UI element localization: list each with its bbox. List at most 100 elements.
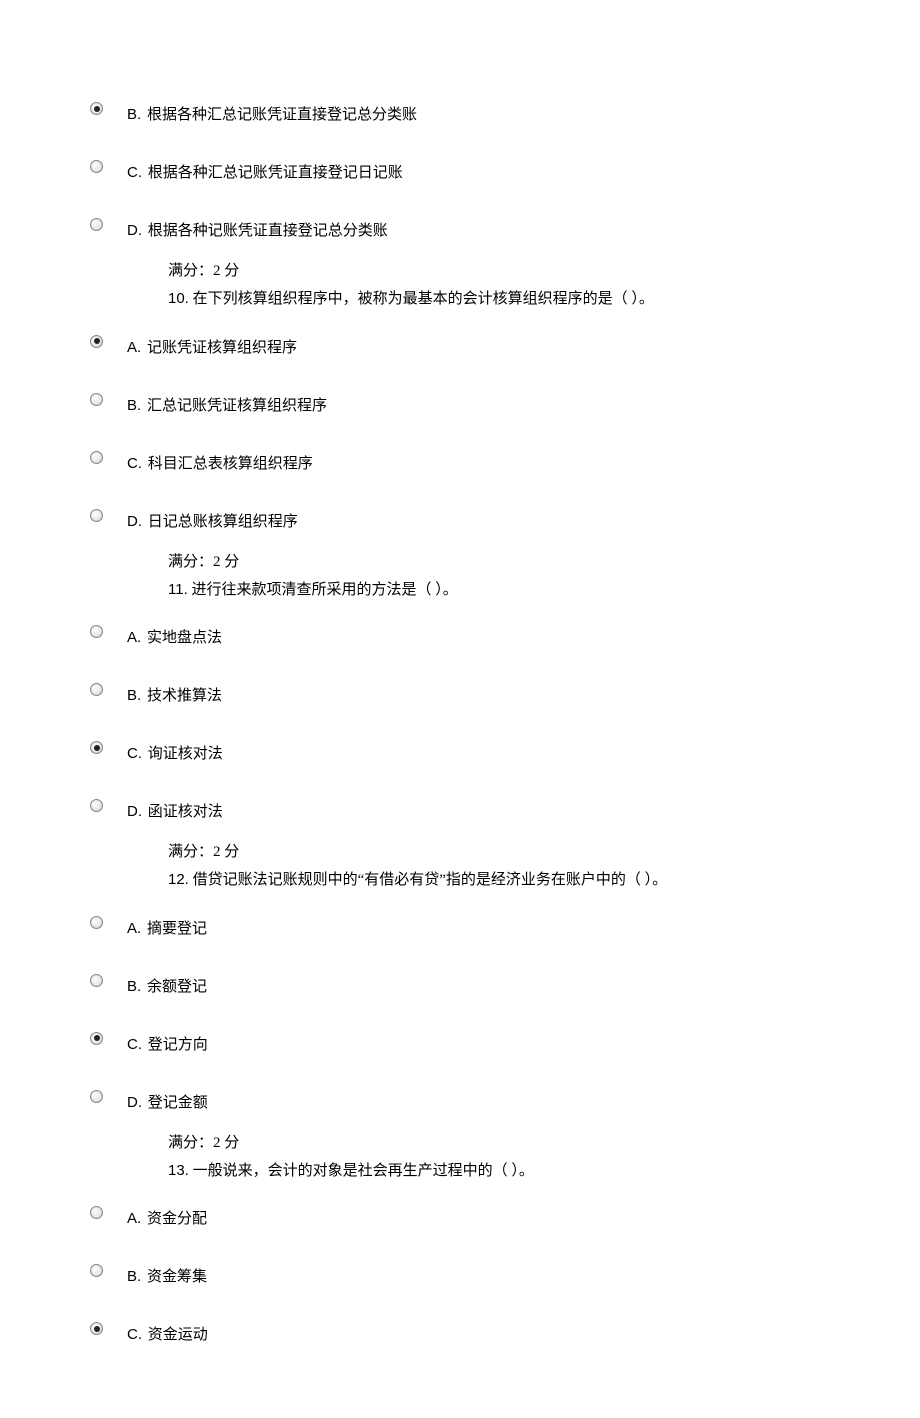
- option-label: 根据各种记账凭证直接登记总分类账: [144, 223, 388, 239]
- option-label: 余额登记: [143, 979, 207, 995]
- option-label: 根据各种汇总记账凭证直接登记总分类账: [143, 107, 417, 123]
- question-meta: 满分：2 分11. 进行往来款项清查所采用的方法是（ ）。: [168, 549, 830, 604]
- option-letter: B.: [127, 106, 141, 123]
- option-letter: B.: [127, 687, 141, 704]
- radio-button[interactable]: [90, 974, 103, 987]
- option-label: 函证核对法: [144, 804, 223, 820]
- option-letter: C.: [127, 1326, 142, 1343]
- option-row: D. 函证核对法: [90, 797, 830, 823]
- option-text: D. 根据各种记账凭证直接登记总分类账: [127, 220, 388, 242]
- option-letter: B.: [127, 1268, 141, 1285]
- option-label: 记账凭证核算组织程序: [143, 340, 297, 356]
- radio-button[interactable]: [90, 741, 103, 754]
- radio-button[interactable]: [90, 1090, 103, 1103]
- option-row: D. 根据各种记账凭证直接登记总分类账: [90, 216, 830, 242]
- option-letter: B.: [127, 397, 141, 414]
- radio-button[interactable]: [90, 160, 103, 173]
- quiz-container: B. 根据各种汇总记账凭证直接登记总分类账 C. 根据各种汇总记账凭证直接登记日记…: [90, 100, 830, 1346]
- option-label: 技术推算法: [143, 688, 222, 704]
- option-label: 登记金额: [144, 1095, 208, 1111]
- option-row: D. 登记金额: [90, 1088, 830, 1114]
- radio-button[interactable]: [90, 393, 103, 406]
- option-label: 汇总记账凭证核算组织程序: [143, 398, 327, 414]
- score-line: 满分：2 分: [168, 549, 830, 575]
- option-letter: A.: [127, 629, 141, 646]
- option-label: 科目汇总表核算组织程序: [144, 456, 313, 472]
- option-letter: D.: [127, 513, 142, 530]
- option-row: A. 摘要登记: [90, 914, 830, 940]
- option-text: C. 资金运动: [127, 1324, 208, 1346]
- option-letter: A.: [127, 1210, 141, 1227]
- option-label: 日记总账核算组织程序: [144, 514, 298, 530]
- option-text: D. 函证核对法: [127, 801, 223, 823]
- option-row: B. 余额登记: [90, 972, 830, 998]
- option-label: 摘要登记: [143, 921, 207, 937]
- option-text: B. 技术推算法: [127, 685, 222, 707]
- option-row: D. 日记总账核算组织程序: [90, 507, 830, 533]
- option-text: A. 摘要登记: [127, 918, 207, 940]
- option-row: B. 根据各种汇总记账凭证直接登记总分类账: [90, 100, 830, 126]
- option-text: A. 实地盘点法: [127, 627, 222, 649]
- radio-button[interactable]: [90, 1322, 103, 1335]
- option-label: 询证核对法: [144, 746, 223, 762]
- radio-button[interactable]: [90, 799, 103, 812]
- option-row: C. 询证核对法: [90, 739, 830, 765]
- option-label: 资金分配: [143, 1211, 207, 1227]
- option-row: B. 汇总记账凭证核算组织程序: [90, 391, 830, 417]
- radio-button[interactable]: [90, 335, 103, 348]
- score-line: 满分：2 分: [168, 1130, 830, 1156]
- option-letter: D.: [127, 222, 142, 239]
- radio-button[interactable]: [90, 1032, 103, 1045]
- radio-button[interactable]: [90, 218, 103, 231]
- question-meta: 满分：2 分13. 一般说来，会计的对象是社会再生产过程中的（ ）。: [168, 1130, 830, 1185]
- option-text: C. 登记方向: [127, 1034, 208, 1056]
- option-text: C. 询证核对法: [127, 743, 223, 765]
- option-label: 登记方向: [144, 1037, 208, 1053]
- radio-button[interactable]: [90, 509, 103, 522]
- option-letter: C.: [127, 164, 142, 181]
- question-line: 10. 在下列核算组织程序中，被称为最基本的会计核算组织程序的是（ ）。: [168, 286, 830, 312]
- option-text: B. 资金筹集: [127, 1266, 207, 1288]
- question-number: 10.: [168, 290, 189, 307]
- option-text: D. 日记总账核算组织程序: [127, 511, 298, 533]
- option-text: A. 资金分配: [127, 1208, 207, 1230]
- question-number: 12.: [168, 871, 189, 888]
- question-line: 12. 借贷记账法记账规则中的“有借必有贷”指的是经济业务在账户中的（ ）。: [168, 867, 830, 893]
- option-letter: A.: [127, 920, 141, 937]
- option-text: A. 记账凭证核算组织程序: [127, 337, 297, 359]
- option-text: B. 余额登记: [127, 976, 207, 998]
- question-text: 借贷记账法记账规则中的“有借必有贷”指的是经济业务在账户中的（ ）。: [189, 872, 667, 888]
- question-meta: 满分：2 分10. 在下列核算组织程序中，被称为最基本的会计核算组织程序的是（ …: [168, 258, 830, 313]
- radio-button[interactable]: [90, 625, 103, 638]
- option-row: C. 资金运动: [90, 1320, 830, 1346]
- option-row: B. 技术推算法: [90, 681, 830, 707]
- option-text: B. 根据各种汇总记账凭证直接登记总分类账: [127, 104, 417, 126]
- option-row: C. 科目汇总表核算组织程序: [90, 449, 830, 475]
- option-row: A. 记账凭证核算组织程序: [90, 333, 830, 359]
- option-row: A. 资金分配: [90, 1204, 830, 1230]
- radio-button[interactable]: [90, 683, 103, 696]
- radio-button[interactable]: [90, 451, 103, 464]
- option-label: 资金运动: [144, 1327, 208, 1343]
- option-row: B. 资金筹集: [90, 1262, 830, 1288]
- option-label: 根据各种汇总记账凭证直接登记日记账: [144, 165, 403, 181]
- radio-button[interactable]: [90, 102, 103, 115]
- radio-button[interactable]: [90, 1206, 103, 1219]
- option-row: C. 根据各种汇总记账凭证直接登记日记账: [90, 158, 830, 184]
- question-line: 11. 进行往来款项清查所采用的方法是（ ）。: [168, 577, 830, 603]
- option-letter: A.: [127, 339, 141, 356]
- question-text: 一般说来，会计的对象是社会再生产过程中的（ ）。: [189, 1163, 534, 1179]
- option-text: B. 汇总记账凭证核算组织程序: [127, 395, 327, 417]
- option-letter: C.: [127, 1036, 142, 1053]
- score-line: 满分：2 分: [168, 258, 830, 284]
- option-row: A. 实地盘点法: [90, 623, 830, 649]
- option-label: 资金筹集: [143, 1269, 207, 1285]
- radio-button[interactable]: [90, 1264, 103, 1277]
- question-number: 11.: [168, 581, 188, 598]
- question-meta: 满分：2 分12. 借贷记账法记账规则中的“有借必有贷”指的是经济业务在账户中的…: [168, 839, 830, 894]
- option-letter: C.: [127, 745, 142, 762]
- option-label: 实地盘点法: [143, 630, 222, 646]
- question-line: 13. 一般说来，会计的对象是社会再生产过程中的（ ）。: [168, 1158, 830, 1184]
- radio-button[interactable]: [90, 916, 103, 929]
- option-text: D. 登记金额: [127, 1092, 208, 1114]
